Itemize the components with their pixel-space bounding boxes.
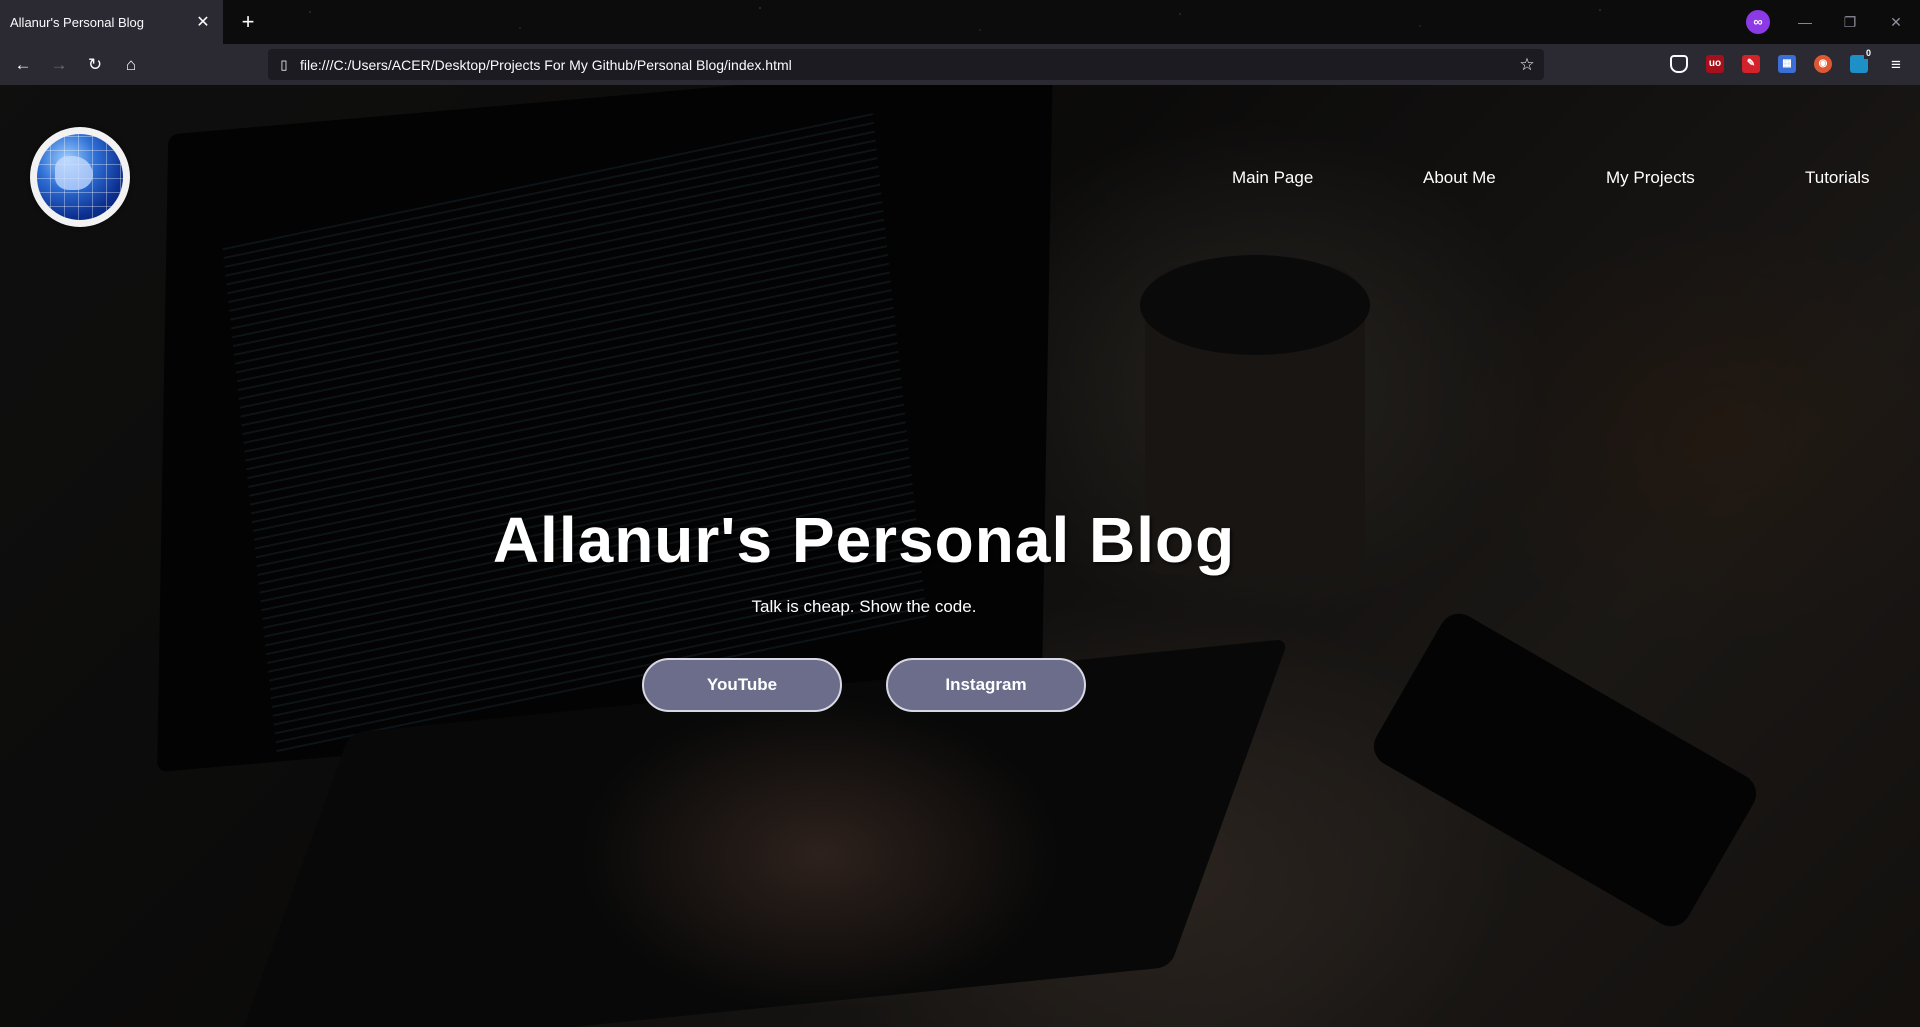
bookmark-star-icon[interactable]: ☆: [1510, 55, 1544, 75]
back-arrow-icon[interactable]: ←: [9, 51, 37, 79]
browser-toolbar: ← → ↻ ⌂ ▯ file:///C:/Users/ACER/Desktop/…: [0, 44, 1920, 85]
site-logo[interactable]: [30, 127, 130, 227]
extension-badge-icon[interactable]: 0: [1850, 48, 1873, 73]
close-tab-icon[interactable]: ✕: [193, 12, 213, 32]
address-bar[interactable]: ▯ file:///C:/Users/ACER/Desktop/Projects…: [268, 49, 1544, 80]
instagram-button[interactable]: Instagram: [886, 658, 1086, 712]
youtube-button[interactable]: YouTube: [642, 658, 842, 712]
nav-about-me[interactable]: About Me: [1423, 168, 1496, 188]
globe-icon: [37, 134, 123, 220]
nav-my-projects[interactable]: My Projects: [1606, 168, 1695, 188]
web-page: Main Page About Me My Projects Tutorials…: [0, 85, 1920, 1027]
hero-subtitle: Talk is cheap. Show the code.: [751, 597, 977, 616]
extension-blue-icon[interactable]: ▦: [1778, 55, 1796, 73]
home-icon[interactable]: ⌂: [117, 51, 145, 79]
close-window-button[interactable]: ✕: [1884, 10, 1908, 34]
page-icon: ▯: [280, 56, 288, 72]
app-menu-icon[interactable]: ≡: [1882, 51, 1910, 79]
url-text[interactable]: file:///C:/Users/ACER/Desktop/Projects F…: [300, 57, 1510, 73]
reload-icon[interactable]: ↻: [81, 51, 109, 79]
nav-main-page[interactable]: Main Page: [1232, 168, 1313, 188]
hero-title: Allanur's Personal Blog: [492, 504, 1236, 576]
duckduckgo-icon[interactable]: ◉: [1814, 55, 1832, 73]
extension-badge-count: 0: [1863, 48, 1873, 59]
extension-red-icon[interactable]: ✎: [1742, 55, 1760, 73]
private-browsing-icon: ∞: [1746, 10, 1770, 34]
browser-tab-strip: Allanur's Personal Blog ✕ + ∞ — ❐ ✕: [0, 0, 1920, 44]
minimize-window-button[interactable]: —: [1793, 10, 1817, 34]
pocket-icon[interactable]: [1670, 55, 1688, 73]
new-tab-button[interactable]: +: [234, 8, 262, 36]
forward-arrow-icon[interactable]: →: [45, 51, 73, 79]
restore-window-button[interactable]: ❐: [1838, 10, 1862, 34]
tab-title: Allanur's Personal Blog: [10, 14, 144, 30]
nav-tutorials[interactable]: Tutorials: [1805, 168, 1870, 188]
browser-tab-active[interactable]: Allanur's Personal Blog ✕: [0, 0, 223, 44]
ublock-origin-icon[interactable]: uo: [1706, 55, 1724, 73]
